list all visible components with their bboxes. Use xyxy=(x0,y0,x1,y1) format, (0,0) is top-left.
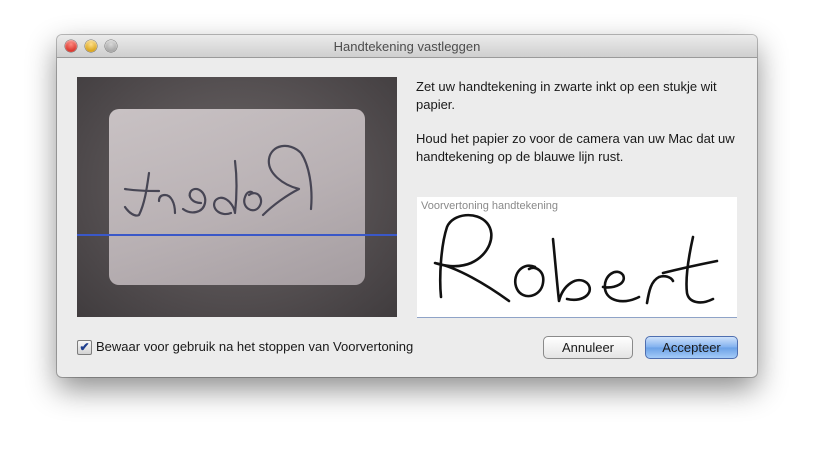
instruction-2: Houd het papier zo voor de camera van uw… xyxy=(416,131,735,164)
camera-signature-image xyxy=(123,144,313,217)
checkmark-icon: ✔ xyxy=(79,340,90,354)
keep-signature-checkbox[interactable]: ✔ xyxy=(77,340,92,355)
signature-preview: Voorvertoning handtekening xyxy=(417,197,737,318)
camera-view xyxy=(77,77,397,317)
instructions: Zet uw handtekening in zwarte inkt op ee… xyxy=(416,78,746,182)
instruction-1: Zet uw handtekening in zwarte inkt op ee… xyxy=(416,79,717,112)
signature-capture-window: Handtekening vastleggen Zet uw handteken… xyxy=(57,35,757,377)
titlebar[interactable]: Handtekening vastleggen xyxy=(57,35,757,58)
keep-signature-label[interactable]: Bewaar voor gebruik na het stoppen van V… xyxy=(96,339,413,354)
window-title: Handtekening vastleggen xyxy=(333,39,481,54)
baseline-guide xyxy=(77,234,397,236)
accept-button[interactable]: Accepteer xyxy=(645,336,738,359)
cancel-button[interactable]: Annuleer xyxy=(543,336,633,359)
preview-signature-image xyxy=(433,213,719,305)
